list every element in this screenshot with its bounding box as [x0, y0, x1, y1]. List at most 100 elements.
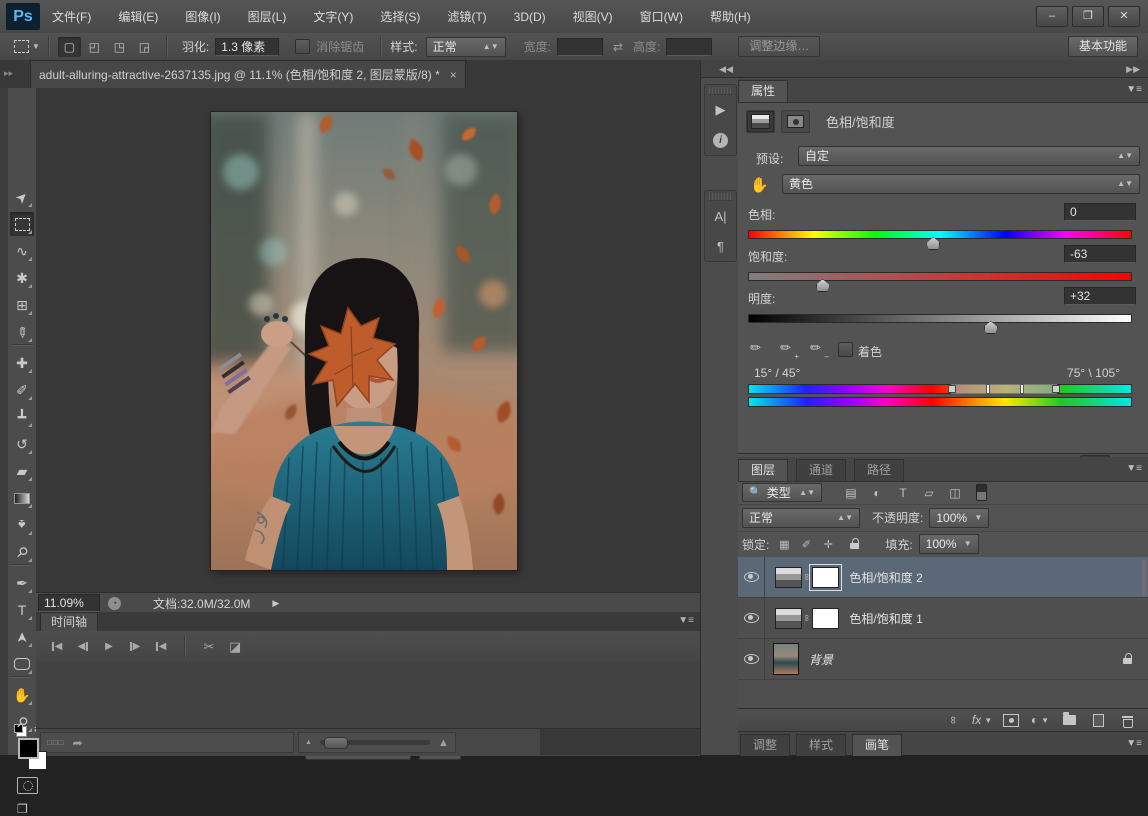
layer-style-icon[interactable]: fx▼ [971, 711, 993, 729]
close-button[interactable]: ✕ [1108, 6, 1140, 27]
tool-preset-picker[interactable]: ▼ [14, 40, 40, 53]
spot-healing-brush-tool[interactable]: ✚ [10, 351, 34, 375]
split-clip-icon[interactable]: ✂ [196, 637, 222, 657]
layer-visibility-toggle[interactable] [738, 639, 765, 679]
magic-wand-tool[interactable]: ✱ [10, 266, 34, 290]
preset-dropdown[interactable]: 自定▲▼ [798, 146, 1140, 166]
document-tab[interactable]: adult-alluring-attractive-2637135.jpg @ … [30, 60, 466, 88]
slider-value-1[interactable]: -63 [1064, 245, 1136, 263]
rectangular-marquee-tool[interactable] [10, 212, 34, 236]
layer-visibility-toggle[interactable] [738, 557, 765, 597]
gradient-tool[interactable] [10, 486, 34, 510]
new-selection-icon[interactable]: ▢ [58, 37, 81, 57]
feather-input[interactable]: 1.3 像素 [215, 38, 279, 56]
menu-item-6[interactable]: 选择(S) [380, 8, 420, 25]
zoom-out-mountain-icon[interactable]: ▲ [305, 739, 312, 746]
layer-name[interactable]: 色相/饱和度 2 [849, 569, 922, 586]
slider-track-1[interactable] [748, 272, 1132, 281]
layer-scroll-indicator[interactable] [1142, 559, 1146, 597]
hand-tool[interactable]: ✋ [10, 683, 34, 707]
menu-item-1[interactable]: 文件(F) [52, 8, 91, 25]
layer-row-1[interactable]: ∞ 色相/饱和度 2 [738, 557, 1148, 598]
style-dropdown[interactable]: 正常▲▼ [426, 37, 506, 57]
properties-panel-menu-icon[interactable]: ▼≡ [1126, 84, 1142, 95]
slider-thumb-2[interactable] [984, 321, 998, 334]
type-tool[interactable]: T [10, 598, 34, 622]
layer-row-2[interactable]: ∞色相/饱和度 1 [738, 598, 1148, 639]
timeline-tab[interactable]: 时间轴 [40, 612, 98, 631]
new-layer-icon[interactable] [1087, 711, 1109, 729]
filter-toggle-icon[interactable] [976, 484, 987, 501]
eyedropper-add-icon[interactable]: ✏+ [780, 340, 797, 358]
channel-dropdown[interactable]: 黄色▲▼ [782, 174, 1140, 194]
tab-adjustments[interactable]: 调整 [740, 734, 790, 756]
actions-panel-icon[interactable]: ▶ [705, 95, 736, 125]
rounded-rectangle-tool[interactable] [10, 652, 34, 676]
slider-thumb-1[interactable] [816, 279, 830, 292]
type-filter-icon[interactable]: T [890, 486, 916, 500]
brush-tool[interactable]: ✐ [10, 378, 34, 402]
swap-dimensions-icon[interactable]: ⇄ [613, 40, 623, 54]
menu-item-4[interactable]: 图层(L) [248, 8, 287, 25]
layers-panel-menu-icon[interactable]: ▼≡ [1126, 463, 1142, 474]
subtract-from-selection-icon[interactable]: ◳ [108, 37, 131, 57]
path-selection-tool[interactable]: ➤ [10, 625, 34, 649]
menu-item-9[interactable]: 视图(V) [573, 8, 613, 25]
lock-transparent-icon[interactable]: ▦ [773, 538, 795, 551]
lock-position-icon[interactable]: ✛ [817, 538, 839, 551]
slider-track-0[interactable] [748, 230, 1132, 239]
history-brush-tool[interactable]: ↺ [10, 432, 34, 456]
expand-panels-icon[interactable]: ▶▶ [738, 60, 1148, 78]
next-frame-icon[interactable]: ▶ [122, 637, 148, 657]
status-options-arrow-icon[interactable]: ▶ [272, 598, 279, 609]
tab-layers[interactable]: 图层 [738, 459, 788, 481]
character-panel-icon[interactable]: A| [705, 201, 736, 231]
crop-tool[interactable]: ⊞ [10, 293, 34, 317]
intersect-selection-icon[interactable]: ◲ [133, 37, 156, 57]
frame-thumbnails-icon[interactable]: □□□ [47, 738, 65, 747]
adjustment-filter-icon[interactable]: ◐ [864, 486, 890, 500]
width-input[interactable] [557, 38, 603, 56]
tab-paths[interactable]: 路径 [854, 459, 904, 481]
slider-track-2[interactable] [748, 314, 1132, 323]
blur-tool[interactable]: ♠ [10, 513, 34, 537]
new-adjustment-icon[interactable]: ◐▼ [1029, 711, 1051, 729]
layer-mask-thumbnail[interactable] [812, 567, 839, 588]
menu-item-11[interactable]: 帮助(H) [710, 8, 751, 25]
transition-icon[interactable]: ◪ [222, 637, 248, 657]
layer-mask-link-icon[interactable]: ∞ [802, 574, 812, 580]
tab-channels[interactable]: 通道 [796, 459, 846, 481]
foreground-color-swatch[interactable] [18, 738, 39, 759]
tab-brush[interactable]: 画笔 [852, 734, 902, 756]
delete-layer-icon[interactable] [1116, 711, 1138, 729]
menu-item-10[interactable]: 窗口(W) [640, 8, 683, 25]
menu-item-7[interactable]: 滤镜(T) [447, 8, 486, 25]
lock-all-icon[interactable] [839, 538, 861, 551]
dodge-tool[interactable]: ⚲ [10, 540, 34, 564]
shape-filter-icon[interactable]: ▱ [916, 486, 942, 500]
info-panel-icon[interactable]: i [705, 125, 736, 155]
zoom-in-mountain-icon[interactable]: ▲ [438, 737, 449, 749]
close-tab-icon[interactable]: × [450, 68, 457, 82]
mask-badge-icon[interactable] [781, 110, 810, 133]
filter-type-dropdown[interactable]: 🔍类型▲▼ [742, 483, 822, 502]
menu-item-8[interactable]: 3D(D) [514, 10, 546, 24]
photo-canvas-image[interactable] [211, 112, 517, 570]
blend-mode-dropdown[interactable]: 正常▲▼ [742, 508, 860, 528]
timeline-panel-menu-icon[interactable]: ▼≡ [678, 615, 694, 626]
layer-visibility-toggle[interactable] [738, 598, 765, 638]
eraser-tool[interactable]: ▰ [10, 459, 34, 483]
layer-mask-link-icon[interactable]: ∞ [802, 615, 812, 621]
eyedropper-sample-icon[interactable]: ✏ [750, 340, 767, 358]
menu-item-2[interactable]: 编辑(E) [118, 8, 158, 25]
colorize-checkbox[interactable] [838, 342, 853, 357]
zoom-tool[interactable]: ⚲ [10, 710, 34, 734]
play-icon[interactable]: ▶ [96, 637, 122, 657]
targeted-adjustment-icon[interactable]: ✋ [750, 176, 769, 194]
tab-styles[interactable]: 样式 [796, 734, 846, 756]
lasso-tool[interactable]: ∿ [10, 239, 34, 263]
clone-stamp-tool[interactable]: ┻ [10, 405, 34, 429]
refine-edge-button[interactable]: 调整边缘… [738, 36, 820, 57]
minimize-button[interactable]: – [1036, 6, 1068, 27]
screen-mode-button[interactable]: ❐ [17, 802, 28, 816]
